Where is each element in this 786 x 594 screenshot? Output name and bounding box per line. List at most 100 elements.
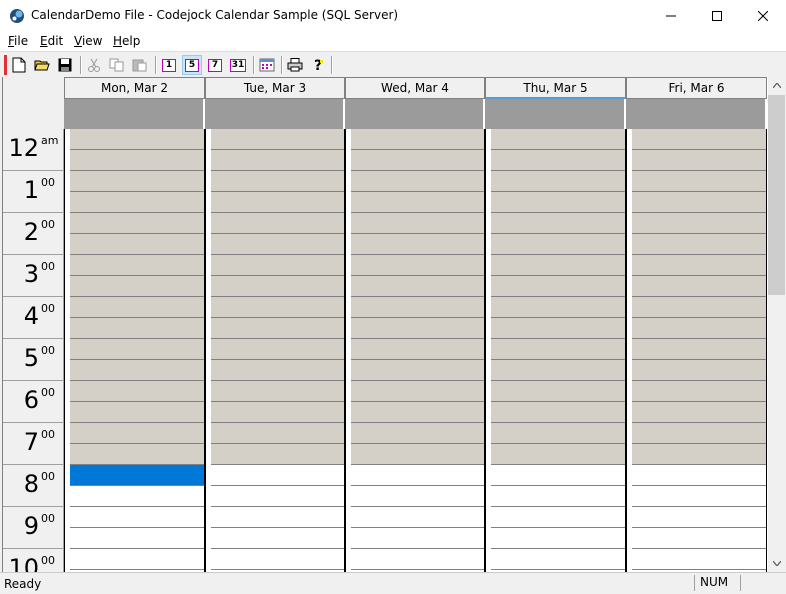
time-slot[interactable] [70, 402, 204, 423]
time-slot[interactable] [70, 381, 204, 402]
time-slot[interactable] [211, 507, 344, 528]
time-slot[interactable] [632, 318, 766, 339]
time-slot[interactable] [632, 444, 766, 465]
time-slot[interactable] [351, 129, 484, 150]
paste-icon[interactable] [130, 55, 150, 75]
time-slot[interactable] [211, 549, 344, 570]
time-slot[interactable] [211, 465, 344, 486]
time-slot[interactable] [351, 360, 484, 381]
time-slot[interactable] [351, 507, 484, 528]
date-picker-icon[interactable] [257, 55, 277, 75]
time-slot[interactable] [351, 486, 484, 507]
time-slot[interactable] [491, 171, 625, 192]
time-slot[interactable] [632, 423, 766, 444]
time-slot[interactable] [491, 465, 625, 486]
scroll-down-arrow-icon[interactable] [768, 555, 785, 572]
time-slot[interactable] [70, 276, 204, 297]
toolbar-grip[interactable] [4, 55, 7, 75]
time-slot[interactable] [70, 255, 204, 276]
close-button[interactable] [740, 0, 786, 31]
all-day-event-area[interactable] [345, 99, 485, 129]
time-slot[interactable] [211, 213, 344, 234]
time-slot[interactable] [211, 192, 344, 213]
time-slot[interactable] [70, 234, 204, 255]
time-slot[interactable] [70, 339, 204, 360]
time-slot[interactable] [70, 486, 204, 507]
vertical-scrollbar[interactable] [768, 77, 785, 572]
time-slot[interactable] [211, 276, 344, 297]
all-day-event-area[interactable] [485, 99, 626, 129]
time-slot[interactable] [632, 360, 766, 381]
time-slot[interactable] [351, 234, 484, 255]
time-slot[interactable] [70, 213, 204, 234]
time-slot[interactable] [491, 444, 625, 465]
time-slot[interactable] [491, 339, 625, 360]
new-file-icon[interactable] [9, 55, 29, 75]
time-slot[interactable] [351, 423, 484, 444]
time-slot[interactable] [491, 150, 625, 171]
all-day-event-area[interactable] [626, 99, 767, 129]
time-slot[interactable] [632, 507, 766, 528]
save-icon[interactable] [55, 55, 75, 75]
time-slot[interactable] [351, 150, 484, 171]
time-slot[interactable] [491, 507, 625, 528]
time-slot[interactable] [351, 444, 484, 465]
time-slot[interactable] [632, 549, 766, 570]
time-slot[interactable] [211, 528, 344, 549]
time-slot[interactable] [632, 339, 766, 360]
time-slot[interactable] [70, 318, 204, 339]
time-slot[interactable] [632, 402, 766, 423]
time-slot[interactable] [491, 360, 625, 381]
time-slot[interactable] [211, 297, 344, 318]
cut-icon[interactable] [84, 55, 104, 75]
time-slot[interactable] [351, 465, 484, 486]
day-header[interactable]: Tue, Mar 3 [205, 77, 345, 99]
copy-icon[interactable] [107, 55, 127, 75]
help-context-icon[interactable]: ? [308, 55, 328, 75]
time-slot[interactable] [351, 171, 484, 192]
time-slot[interactable] [70, 192, 204, 213]
time-slot[interactable] [491, 129, 625, 150]
time-slot[interactable] [351, 318, 484, 339]
menu-help[interactable]: Help [113, 34, 140, 48]
time-slot[interactable] [351, 402, 484, 423]
scroll-up-arrow-icon[interactable] [768, 77, 785, 94]
minimize-button[interactable] [648, 0, 694, 31]
print-icon[interactable] [285, 55, 305, 75]
time-slot[interactable] [70, 444, 204, 465]
time-slot[interactable] [211, 360, 344, 381]
maximize-button[interactable] [694, 0, 740, 31]
time-slot[interactable] [70, 129, 204, 150]
time-slot[interactable] [70, 528, 204, 549]
time-slot[interactable] [211, 444, 344, 465]
time-slot[interactable] [351, 192, 484, 213]
time-scale[interactable]: 12 am 1 00 2 00 3 00 4 00 5 00 6 00 7 00 8 00 9 00 10 00 [3, 129, 64, 572]
week-view-button[interactable]: 7 [205, 55, 225, 75]
time-slot[interactable] [632, 465, 766, 486]
time-slot[interactable] [632, 192, 766, 213]
time-slot[interactable] [491, 255, 625, 276]
time-slot[interactable] [211, 255, 344, 276]
time-slot[interactable] [632, 150, 766, 171]
time-slot[interactable] [70, 423, 204, 444]
time-slot[interactable] [211, 381, 344, 402]
time-slot[interactable] [351, 297, 484, 318]
time-slot[interactable] [211, 129, 344, 150]
day-view-button[interactable]: 1 [159, 55, 179, 75]
time-slot[interactable] [632, 486, 766, 507]
time-slot[interactable] [211, 171, 344, 192]
time-slot[interactable] [491, 423, 625, 444]
time-slot[interactable] [491, 381, 625, 402]
time-slot[interactable] [211, 486, 344, 507]
time-slot[interactable] [491, 318, 625, 339]
day-header[interactable]: Fri, Mar 6 [626, 77, 767, 99]
all-day-event-area[interactable] [205, 99, 345, 129]
time-slot[interactable] [491, 486, 625, 507]
time-slot[interactable] [351, 528, 484, 549]
time-slot[interactable] [491, 402, 625, 423]
month-view-button[interactable]: 31 [228, 55, 248, 75]
time-slot[interactable] [70, 549, 204, 570]
time-slot[interactable] [351, 549, 484, 570]
menu-edit[interactable]: Edit [40, 34, 63, 48]
all-day-event-area[interactable] [64, 99, 205, 129]
